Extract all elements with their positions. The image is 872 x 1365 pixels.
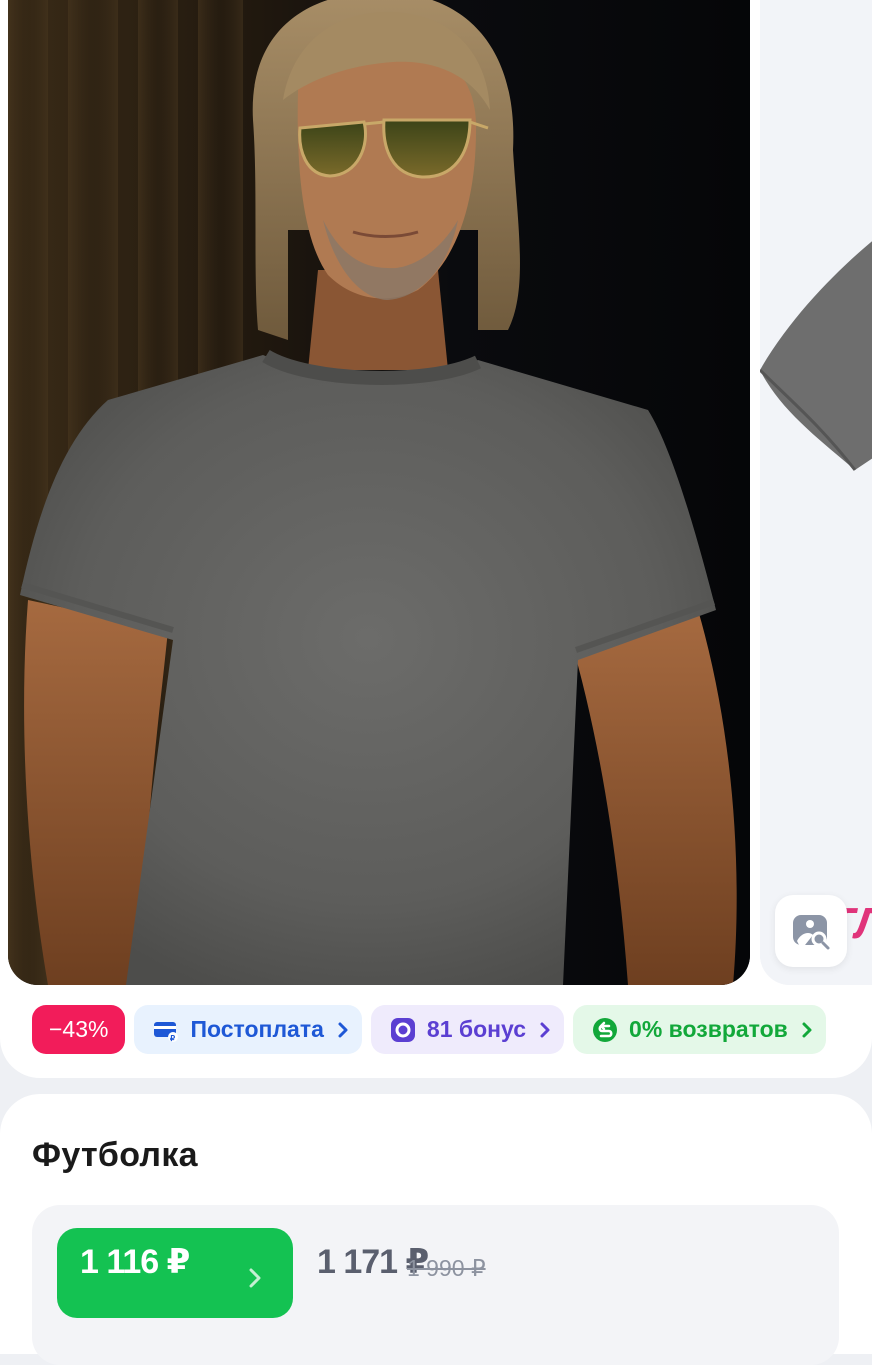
chevron-right-icon [249,1268,261,1288]
chevron-right-icon [338,1022,348,1037]
old-price: 1 990 ₽ [407,1255,486,1281]
product-gallery: ТЛ [0,0,872,1078]
image-search-button[interactable] [775,895,847,967]
card-icon: ₽ [154,1021,179,1043]
returns-badge-label: 0% возвратов [629,1016,788,1042]
image-search-icon [793,915,830,950]
product-info-card: Футболка 1 116 ₽ 1 171 ₽ 1 990 ₽ [0,1094,872,1365]
product-photo[interactable] [8,0,750,985]
bonus-coin-icon [390,1017,415,1042]
bonus-badge-label: 81 бонус [426,1016,527,1042]
discount-badge: −43% [32,1005,126,1054]
returns-badge[interactable]: 0% возвратов [573,1005,826,1054]
next-product-photo-image: ТЛ [760,0,872,985]
return-icon [593,1017,618,1042]
price-panel: 1 116 ₽ 1 171 ₽ 1 990 ₽ [32,1205,839,1365]
postpay-badge[interactable]: ₽ Постоплата [134,1005,362,1054]
discount-badge-label: −43% [49,1016,109,1042]
svg-text:₽: ₽ [170,1034,175,1043]
chevron-right-icon [540,1022,550,1037]
card-price-button[interactable]: 1 116 ₽ [57,1228,293,1318]
product-badges: −43% ₽ Постоплата 81 бонус 0% возвратов [32,1005,826,1054]
product-photo-image [8,0,750,985]
postpay-badge-label: Постоплата [190,1016,324,1042]
card-price-value: 1 116 ₽ [80,1243,190,1281]
product-title: Футболка [32,1136,198,1174]
bonus-badge[interactable]: 81 бонус [370,1005,565,1054]
next-product-photo[interactable]: ТЛ [760,0,872,985]
chevron-right-icon [802,1022,812,1037]
